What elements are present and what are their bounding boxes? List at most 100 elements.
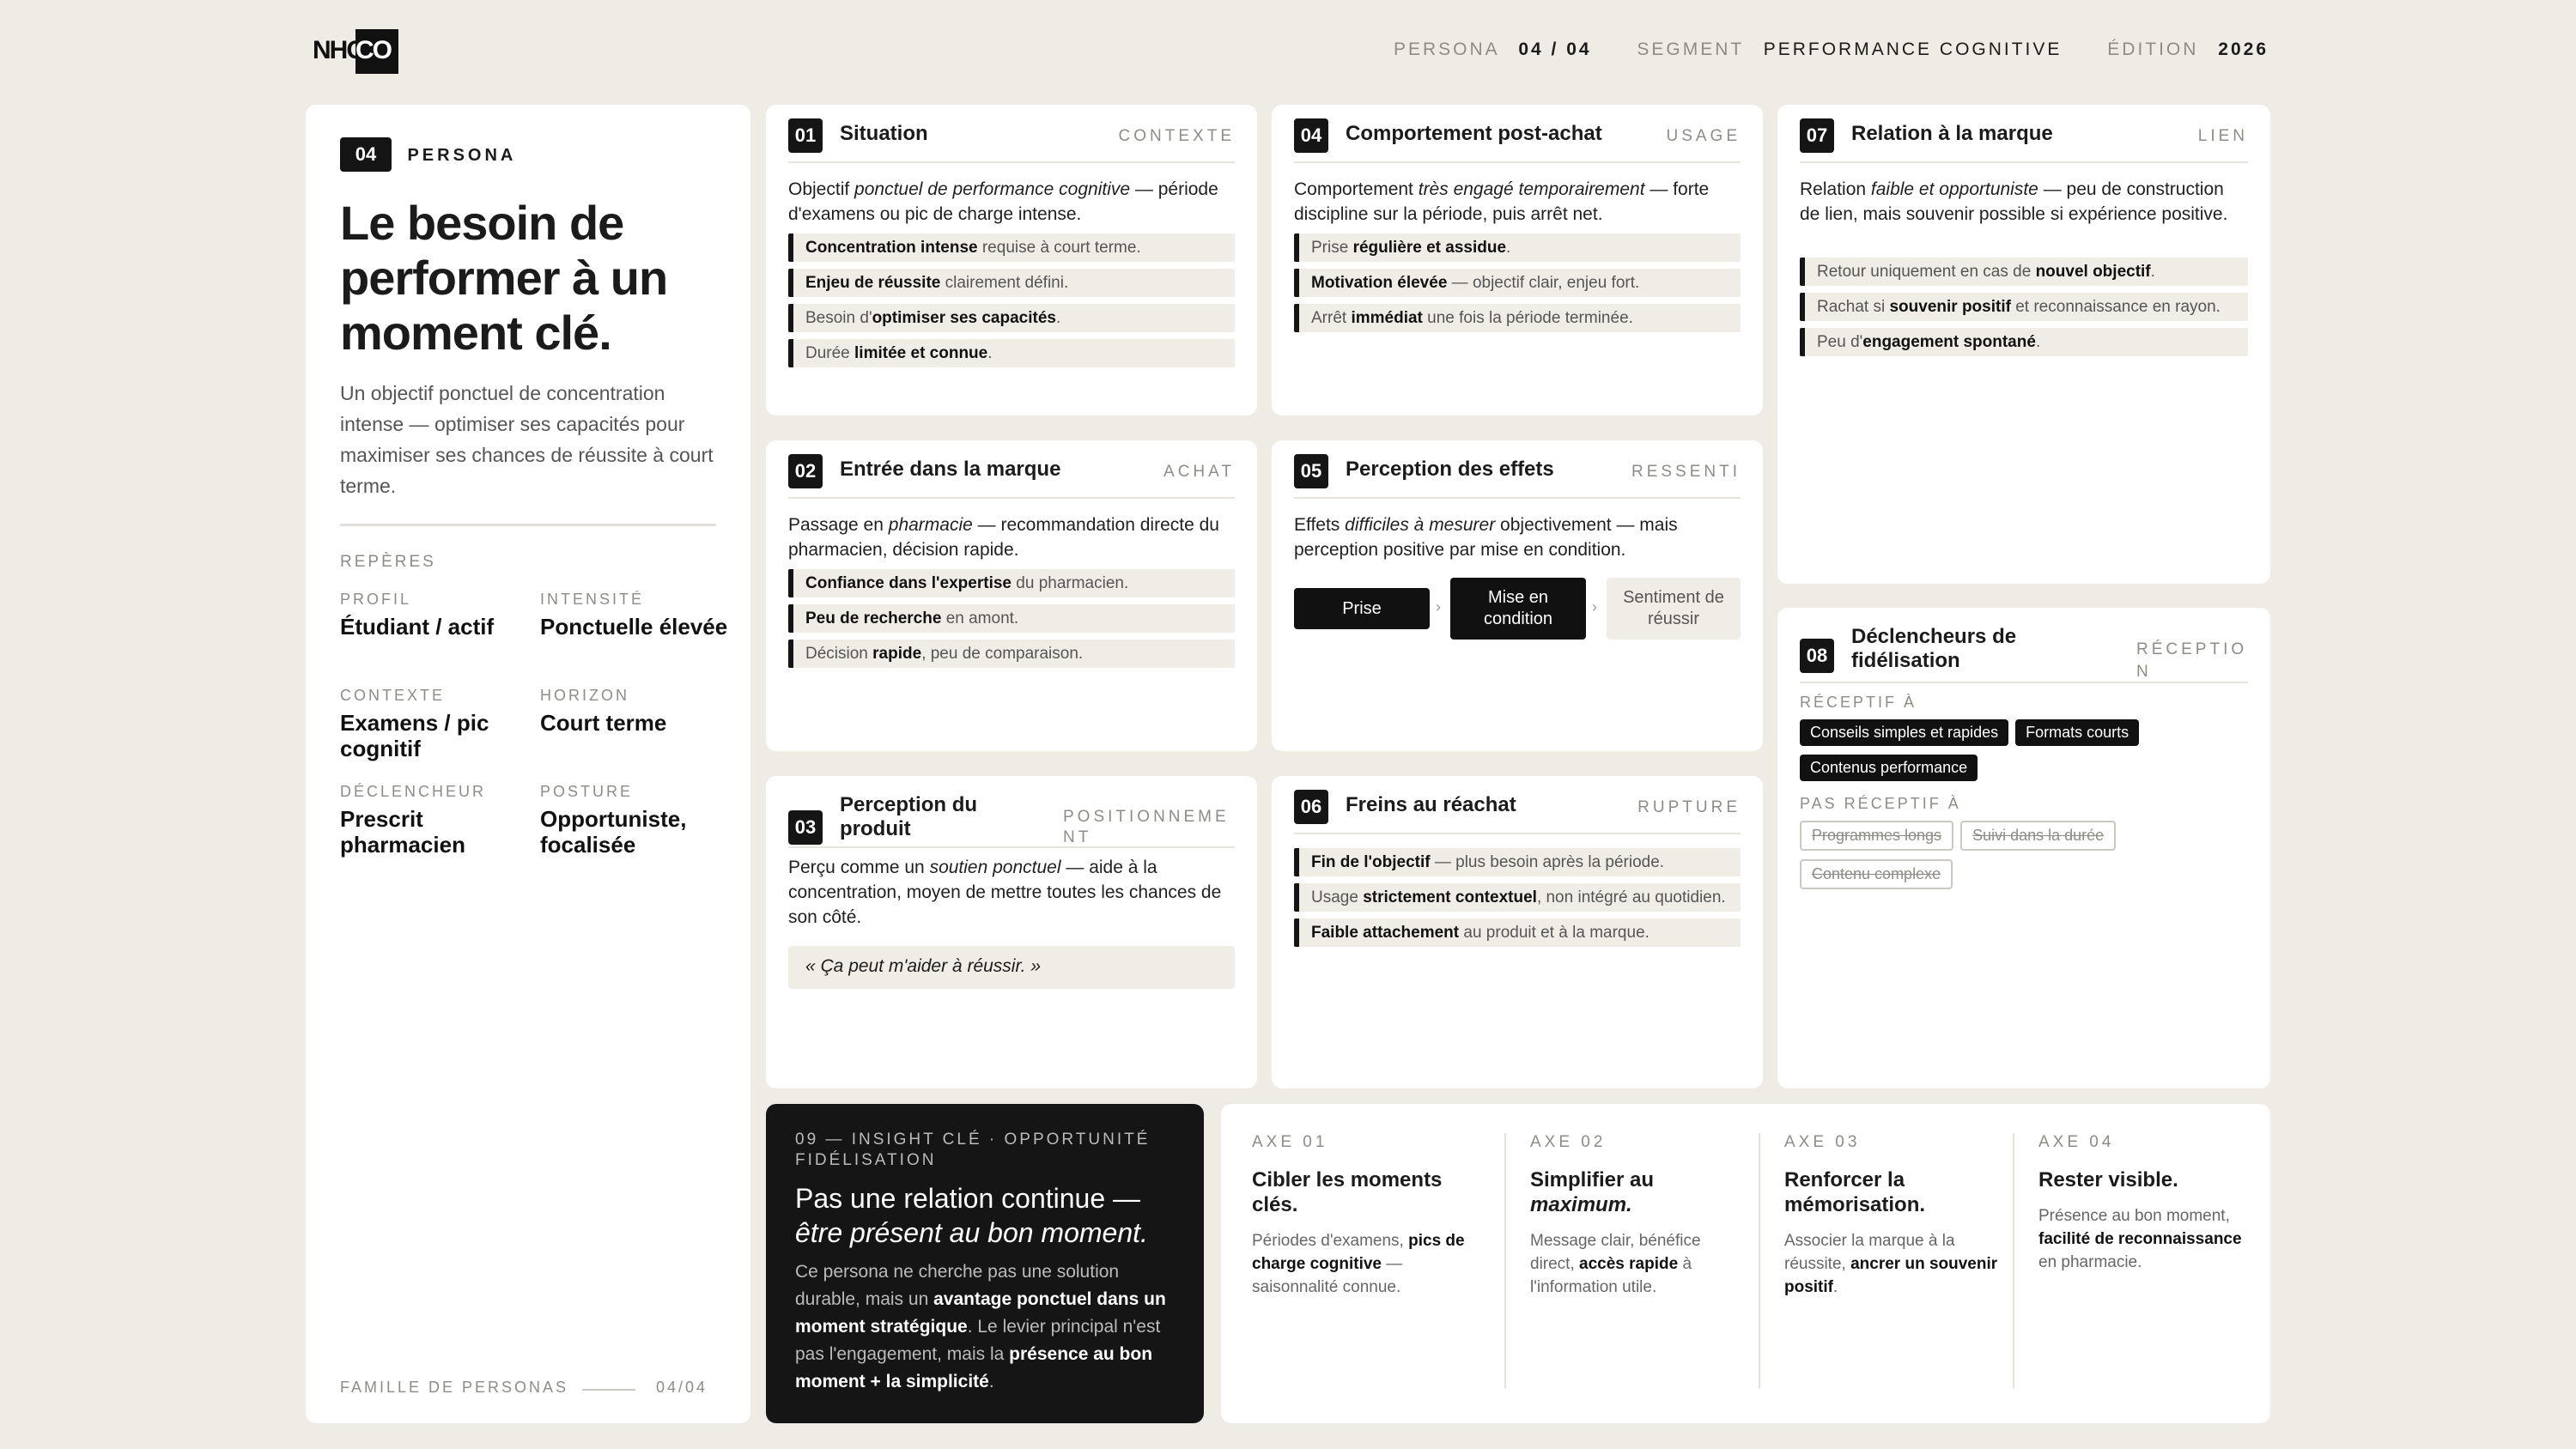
receptive-chips: Conseils simples et rapides Formats court…: [1800, 719, 2255, 790]
insight-kicker: 09 — INSIGHT CLÉ · OPPORTUNITÉ FIDÉLISAT…: [795, 1131, 1151, 1169]
axis-04: AXE 04 Rester visible. Présence au bon m…: [2038, 1133, 2242, 1271]
persona-label: PERSONA: [1393, 39, 1499, 59]
card-tag: ACHAT: [1163, 463, 1235, 481]
edition-label: ÉDITION: [2107, 39, 2199, 59]
card-number: 05: [1294, 454, 1328, 488]
persona-value: 04 / 04: [1518, 39, 1592, 59]
card-tag: RUPTURE: [1637, 798, 1741, 816]
card-number: 02: [788, 454, 823, 488]
card-number: 06: [1294, 790, 1328, 824]
list-item: Enjeu de réussite clairement défini.: [788, 269, 1235, 297]
edition-value: 2026: [2218, 39, 2269, 59]
persona-tag: PERSONA: [407, 146, 517, 165]
step-mise-en-condition: Mise en condition: [1450, 578, 1586, 640]
card-perception-produit: 03 Perception du produit POSITIONNEMENT …: [766, 776, 1257, 1088]
card-number: 07: [1800, 118, 1834, 153]
list-item: Faible attachement au produit et à la ma…: [1294, 919, 1741, 947]
card-tag: RÉCEPTION: [2136, 640, 2248, 681]
axis-03: AXE 03 Renforcer la mémorisation. Associ…: [1784, 1133, 1998, 1296]
quote-box: « Ça peut m'aider à réussir. »: [788, 946, 1235, 989]
not-receptive-chip: Suivi dans la durée: [1960, 821, 2117, 851]
card-intro: Comportement très engagé temporairement …: [1294, 179, 1710, 224]
list-item: Arrêt immédiat une fois la période termi…: [1294, 304, 1741, 332]
card-intro: Perçu comme un soutien ponctuel — aide à…: [788, 858, 1222, 927]
card-title: Perception du produit: [840, 793, 978, 840]
card-title: Freins au réachat: [1346, 793, 1516, 816]
card-title: Situation: [840, 122, 928, 145]
list-item: Rachat si souvenir positif et reconnaiss…: [1800, 293, 2248, 321]
list-item: Durée limitée et connue.: [788, 339, 1235, 367]
persona-profile-card: 04 PERSONA Le besoin de performer à un m…: [306, 105, 750, 1423]
receptive-label: RÉCEPTIF À: [1800, 694, 1917, 711]
card-intro: Effets difficiles à mesurer objectivemen…: [1294, 515, 1678, 560]
card-title: Déclencheurs de fidélisation: [1851, 625, 2017, 672]
card-tag: LIEN: [2197, 127, 2248, 145]
persona-title: Le besoin de performer à un moment clé.: [340, 196, 668, 360]
card-number: 04: [1294, 118, 1328, 153]
not-receptive-chips: Programmes longs Suivi dans la duréeConte…: [1800, 821, 2178, 898]
list-item: Confiance dans l'expertise du pharmacien…: [788, 569, 1235, 597]
effect-steps: Prise › Mise en condition › Sentiment de…: [1294, 578, 1741, 640]
segment-label: SEGMENT: [1637, 39, 1744, 59]
list-item: Peu de recherche en amont.: [788, 604, 1235, 633]
card-declencheurs-fidelisation: 08 Déclencheurs de fidélisation RÉCEPTIO…: [1777, 608, 2270, 1088]
card-number: 01: [788, 118, 823, 153]
card-tag: RESSENTI: [1631, 463, 1741, 481]
persona-family-count: 04/04: [656, 1379, 708, 1396]
profile-field-profil: PROFIL Étudiant / actif: [340, 591, 495, 640]
logo[interactable]: NHCO CO: [313, 29, 398, 74]
not-receptive-label: PAS RÉCEPTIF À: [1800, 795, 1961, 812]
axis-01: AXE 01 Cibler les moments clés. Périodes…: [1252, 1133, 1465, 1296]
segment-value: PERFORMANCE COGNITIVE: [1763, 39, 2063, 59]
step-sentiment-de-reussir: Sentiment de réussir: [1607, 578, 1741, 640]
receptive-chip: Contenus performance: [1800, 755, 1978, 781]
card-entree-marque: 02 Entrée dans la marque ACHAT Passage e…: [766, 440, 1257, 751]
quote-text: « Ça peut m'aider à réussir. »: [805, 956, 1042, 976]
profile-field-horizon: HORIZON Court terme: [540, 687, 667, 736]
persona-family-label: FAMILLE DE PERSONAS: [340, 1379, 569, 1396]
axis-02: AXE 02 Simplifier au maximum. Message cl…: [1530, 1133, 1701, 1296]
list-item: Prise régulière et assidue.: [1294, 233, 1741, 262]
persona-description: Un objectif ponctuel de concentration in…: [340, 382, 714, 497]
not-receptive-chip: Programmes longs: [1800, 821, 1954, 851]
axes-card: AXE 01 Cibler les moments clés. Périodes…: [1221, 1104, 2270, 1423]
card-situation: 01 Situation CONTEXTE Objectif ponctuel …: [766, 105, 1257, 415]
card-title: Comportement post-achat: [1346, 122, 1602, 145]
insight-card: 09 — INSIGHT CLÉ · OPPORTUNITÉ FIDÉLISAT…: [766, 1104, 1204, 1423]
receptive-chip: Conseils simples et rapides: [1800, 719, 2009, 746]
card-title: Perception des effets: [1346, 458, 1554, 481]
list-item: Peu d'engagement spontané.: [1800, 328, 2248, 356]
card-perception-effets: 05 Perception des effets RESSENTI Effets…: [1272, 440, 1763, 751]
profile-field-intensite: INTENSITÉ Ponctuelle élevée: [540, 591, 728, 640]
list-item: Fin de l'objectif — plus besoin après la…: [1294, 848, 1741, 876]
chevron-right-icon: ›: [1592, 598, 1597, 615]
chevron-right-icon: ›: [1436, 598, 1441, 615]
list-item: Concentration intense requise à court te…: [788, 233, 1235, 262]
card-tag: CONTEXTE: [1118, 127, 1235, 145]
insight-body: Ce persona ne cherche pas une solution d…: [795, 1262, 1166, 1391]
step-prise: Prise: [1294, 588, 1430, 629]
profile-field-declencheur: DÉCLENCHEUR Prescrit pharmacien: [340, 783, 487, 858]
card-comportement-post-achat: 04 Comportement post-achat USAGE Comport…: [1272, 105, 1763, 415]
card-number: 08: [1800, 639, 1834, 673]
card-relation-marque: 07 Relation à la marque LIEN Relation fa…: [1777, 105, 2270, 584]
not-receptive-chip: Contenu complexe: [1800, 859, 1953, 889]
persona-number: 04: [340, 137, 392, 172]
receptive-chip: Formats courts: [2015, 719, 2140, 746]
list-item: Décision rapide, peu de comparaison.: [788, 640, 1235, 668]
list-item: Besoin d'optimiser ses capacités.: [788, 304, 1235, 332]
profile-field-contexte: CONTEXTE Examens / pic cognitif: [340, 687, 489, 761]
card-tag: POSITIONNEMENT: [1063, 808, 1230, 846]
card-tag: USAGE: [1666, 127, 1741, 145]
card-intro: Objectif ponctuel de performance cogniti…: [788, 179, 1218, 224]
card-intro: Relation faible et opportuniste — peu de…: [1800, 179, 2228, 224]
profile-field-posture: POSTURE Opportuniste, focalisée: [540, 783, 687, 858]
card-number: 03: [788, 810, 823, 845]
list-item: Motivation élevée — objectif clair, enje…: [1294, 269, 1741, 297]
insight-title: Pas une relation continue — être présent …: [795, 1183, 1148, 1248]
reperes-label: REPÈRES: [340, 553, 436, 571]
card-intro: Passage en pharmacie — recommandation di…: [788, 515, 1219, 560]
card-freins-reachat: 06 Freins au réachat RUPTURE Fin de l'ob…: [1272, 776, 1763, 1088]
list-item: Retour uniquement en cas de nouvel objec…: [1800, 258, 2248, 286]
card-title: Entrée dans la marque: [840, 458, 1061, 481]
